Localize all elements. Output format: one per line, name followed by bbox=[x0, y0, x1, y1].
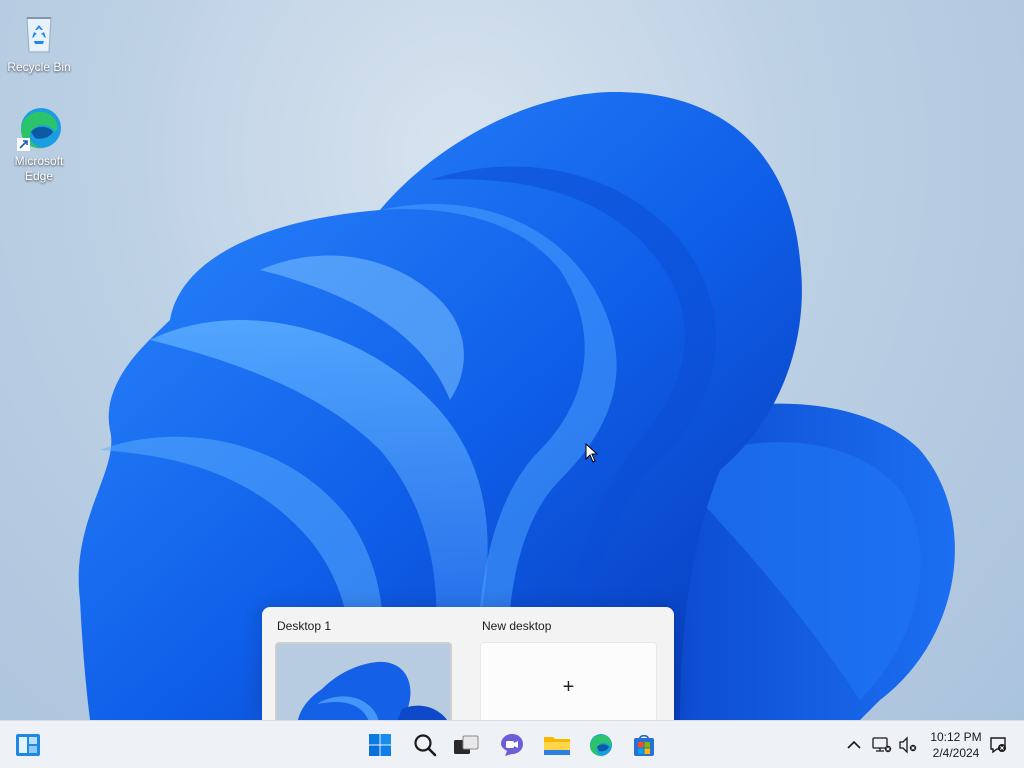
notification-button[interactable] bbox=[986, 733, 1010, 757]
microsoft-store-icon bbox=[634, 734, 654, 756]
clock-date: 2/4/2024 bbox=[932, 746, 980, 760]
recycle-bin-icon bbox=[15, 10, 63, 58]
widgets-button[interactable] bbox=[10, 727, 46, 763]
desktop-icon-label: Microsoft Edge bbox=[14, 154, 64, 183]
network-icon bbox=[872, 737, 892, 753]
new-desktop[interactable]: New desktop + bbox=[480, 619, 660, 720]
start-button[interactable] bbox=[362, 727, 398, 763]
task-view-panel: Desktop 1 New desktop + bbox=[262, 607, 674, 720]
widgets-icon bbox=[16, 734, 40, 756]
clock-time: 10:12 PM bbox=[930, 730, 982, 744]
virtual-desktop-thumbnail[interactable] bbox=[275, 642, 452, 720]
desktop-icon-recycle-bin[interactable]: Recycle Bin bbox=[1, 10, 77, 75]
taskbar: 10:12 PM 2/4/2024 bbox=[0, 720, 1024, 768]
show-hidden-icons-button[interactable] bbox=[842, 733, 866, 757]
edge-taskbar-button[interactable] bbox=[583, 727, 619, 763]
new-desktop-button[interactable]: + bbox=[480, 642, 657, 720]
volume-button[interactable] bbox=[896, 733, 920, 757]
chat-button[interactable] bbox=[494, 727, 530, 763]
file-explorer-button[interactable] bbox=[539, 727, 575, 763]
search-icon bbox=[414, 734, 437, 757]
microsoft-store-button[interactable] bbox=[626, 727, 662, 763]
network-button[interactable] bbox=[870, 733, 894, 757]
volume-muted-icon bbox=[899, 736, 917, 754]
virtual-desktop-label: Desktop 1 bbox=[277, 619, 332, 633]
task-view-button[interactable] bbox=[448, 727, 484, 763]
start-icon bbox=[369, 734, 391, 756]
search-button[interactable] bbox=[407, 727, 443, 763]
file-explorer-icon bbox=[544, 737, 570, 755]
desktop-icon-label: Recycle Bin bbox=[7, 60, 71, 74]
virtual-desktop-1[interactable]: Desktop 1 bbox=[275, 619, 455, 720]
plus-icon: + bbox=[562, 676, 575, 698]
desktop-icon-microsoft-edge[interactable]: Microsoft Edge bbox=[1, 104, 77, 184]
edge-icon bbox=[590, 734, 612, 757]
task-view-icon bbox=[454, 735, 479, 754]
notification-icon bbox=[990, 737, 1006, 754]
edge-icon bbox=[15, 104, 63, 152]
chat-icon bbox=[501, 734, 523, 756]
mouse-cursor bbox=[585, 443, 599, 463]
new-desktop-label: New desktop bbox=[482, 619, 552, 633]
clock[interactable]: 10:12 PM 2/4/2024 bbox=[922, 729, 990, 761]
chevron-up-icon bbox=[847, 740, 861, 749]
